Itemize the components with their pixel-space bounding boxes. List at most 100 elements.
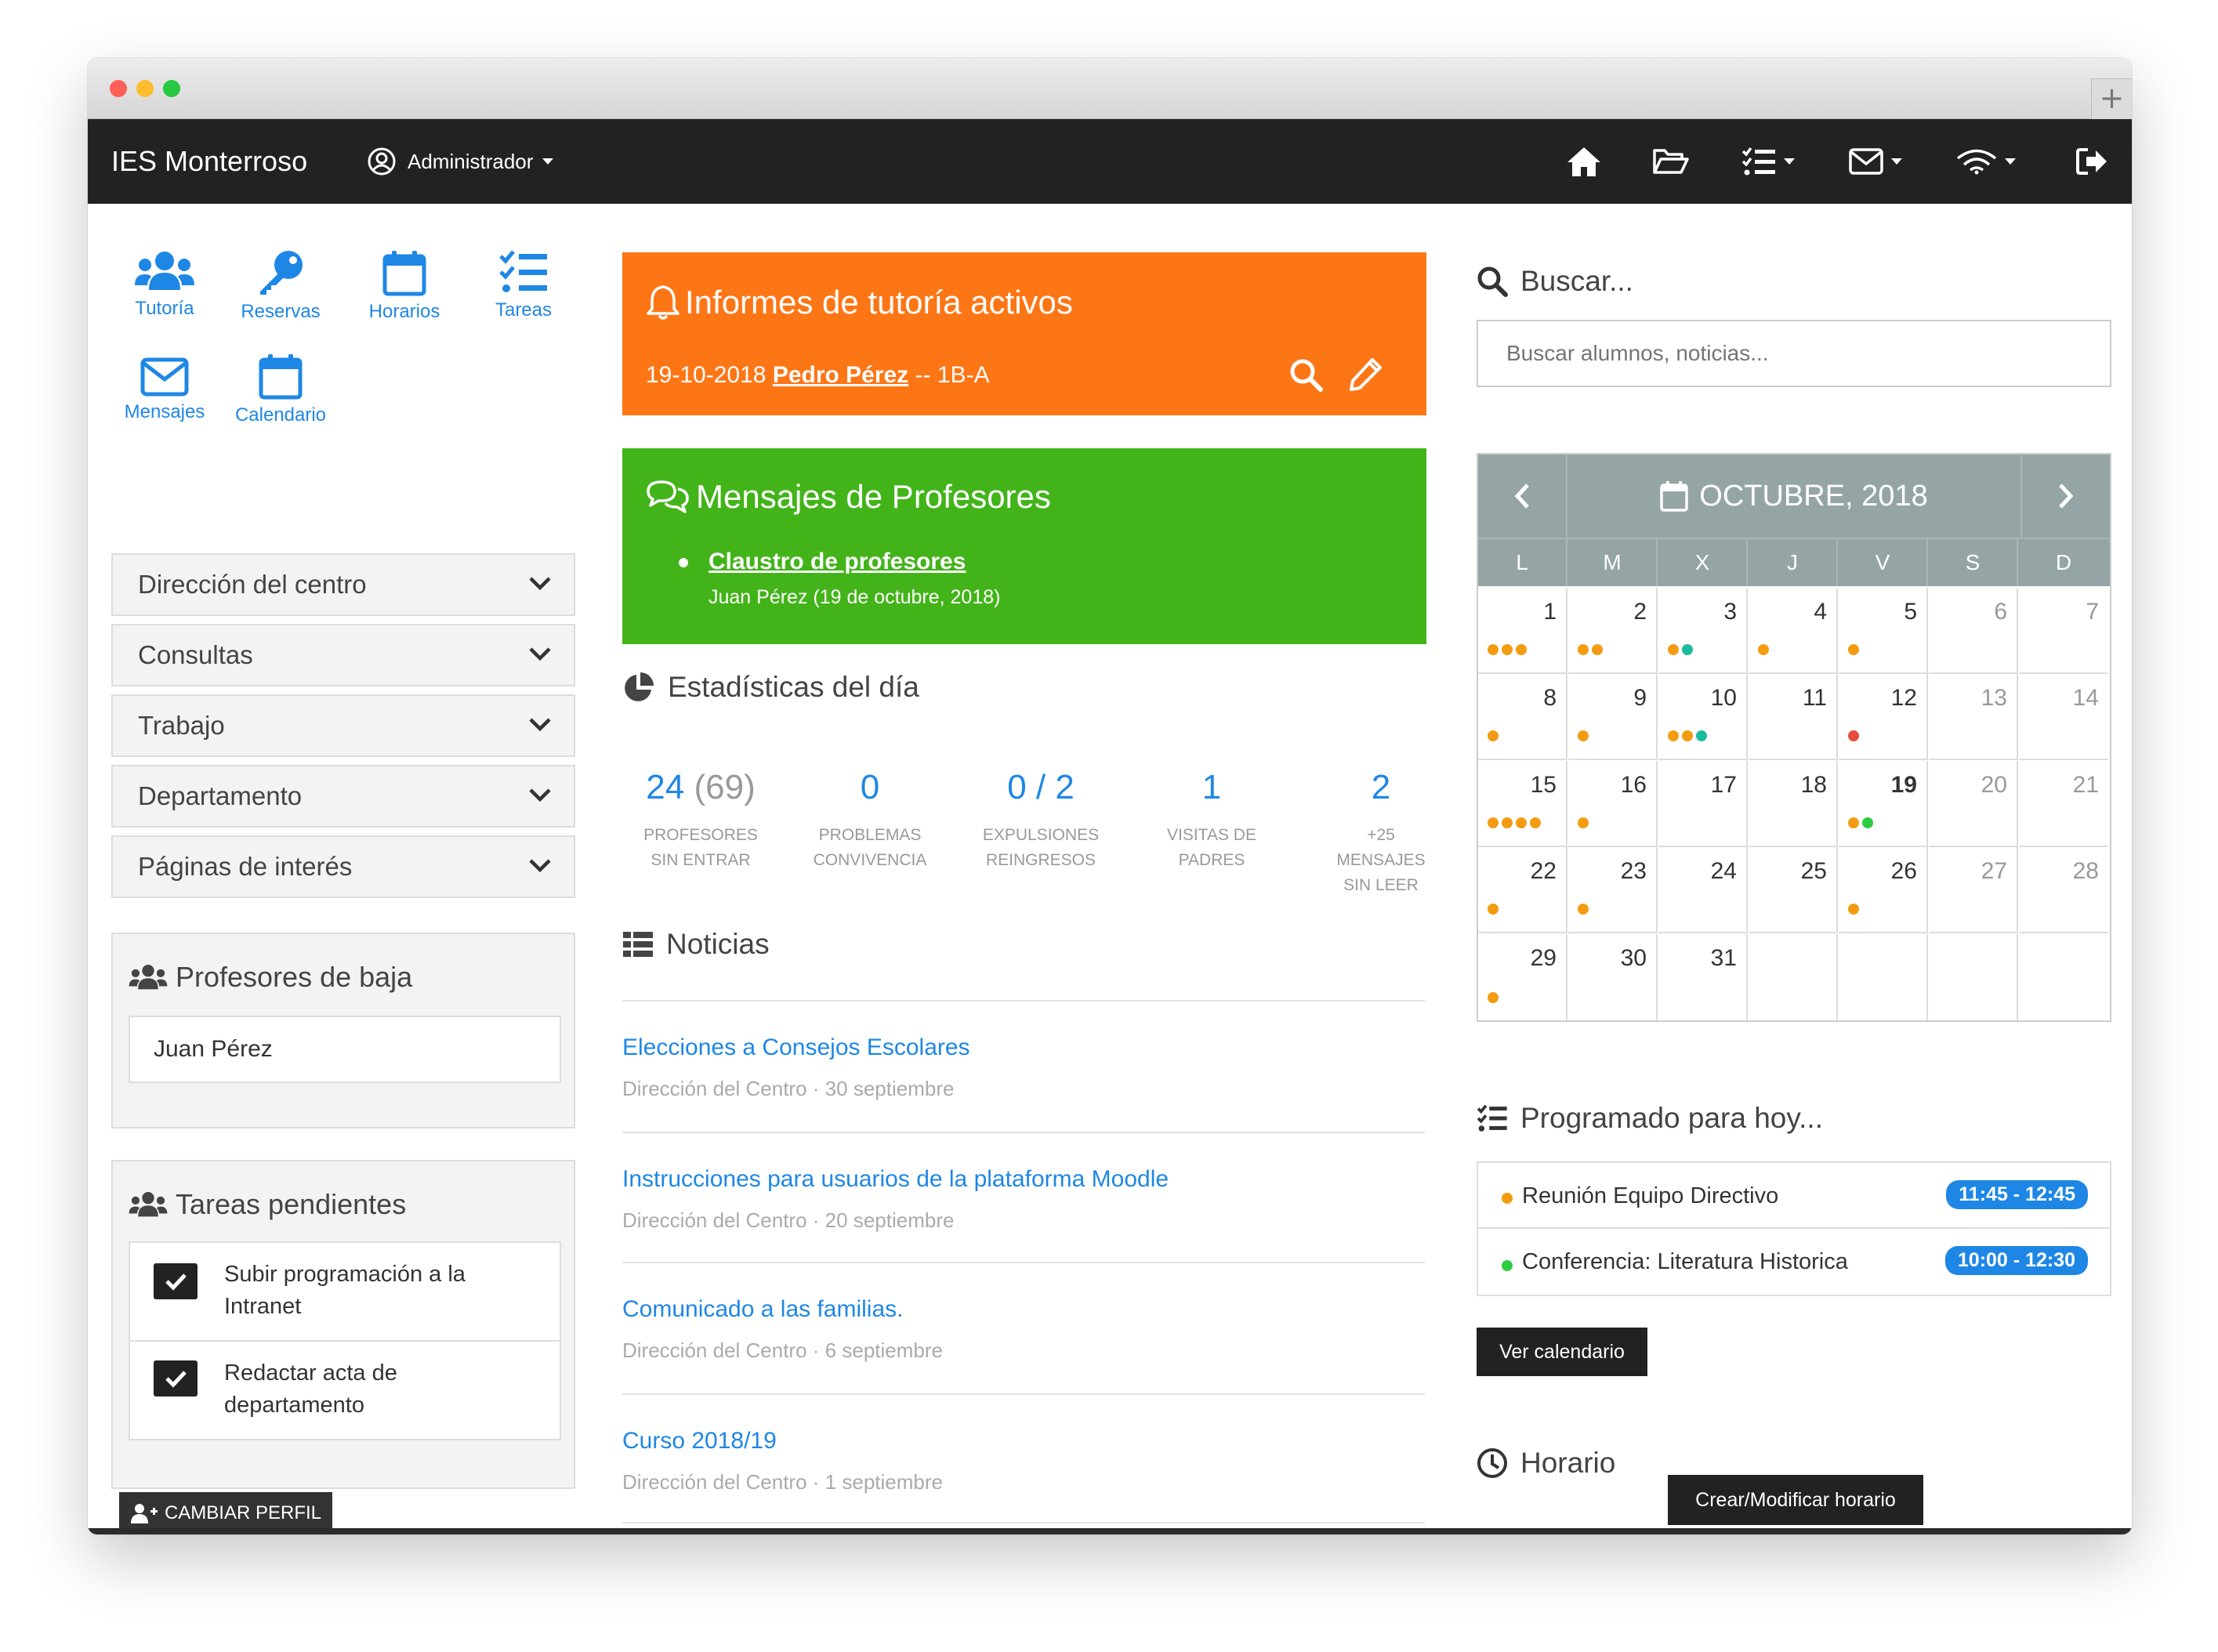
calendar-day-23[interactable]: 23 xyxy=(1568,847,1658,934)
calendar-day-24[interactable]: 24 xyxy=(1658,847,1748,934)
calendar-day-31[interactable]: 31 xyxy=(1658,933,1748,1020)
baja-item[interactable]: Juan Pérez xyxy=(129,1016,561,1083)
menu-direccion-del-centro[interactable]: Dirección del centro xyxy=(111,553,575,616)
menu-consultas[interactable]: Consultas xyxy=(111,624,575,687)
noticias-title-text: Noticias xyxy=(666,928,770,960)
ver-calendario-button[interactable]: Ver calendario xyxy=(1477,1328,1647,1376)
event-dot xyxy=(1502,817,1513,828)
weekday-label: D xyxy=(2055,550,2072,574)
calendar-day-5[interactable]: 5 xyxy=(1839,588,1928,674)
folder-button[interactable] xyxy=(1652,119,1690,204)
calendar-day-27[interactable]: 27 xyxy=(1929,847,2018,934)
list-icon xyxy=(623,932,653,957)
event-item[interactable]: Reunión Equipo Directivo 11:45 - 12:45 xyxy=(1478,1163,2110,1229)
calendar-day-17[interactable]: 17 xyxy=(1658,760,1748,847)
event-item[interactable]: Conferencia: Literatura Historica 10:00 … xyxy=(1478,1230,2110,1296)
calendar-day-15[interactable]: 15 xyxy=(1478,760,1567,847)
calendar-day-26[interactable]: 26 xyxy=(1839,847,1928,934)
folder-open-icon xyxy=(1653,149,1689,174)
panel-title-text: Profesores de baja xyxy=(176,961,413,993)
calendar-day-11[interactable]: 11 xyxy=(1749,674,1838,761)
event-dot xyxy=(1530,817,1541,828)
weekday-label: M xyxy=(1568,539,1658,586)
calendar-day-28[interactable]: 28 xyxy=(2019,847,2108,934)
network-menu-button[interactable] xyxy=(1956,119,2016,204)
calendar-day-30[interactable]: 30 xyxy=(1568,933,1658,1020)
quick-link-horarios[interactable]: Horarios xyxy=(351,249,458,323)
user-name: Administrador xyxy=(408,149,534,173)
quick-link-tutoria[interactable]: Tutoría xyxy=(111,249,218,320)
quick-link-mensajes[interactable]: Mensajes xyxy=(111,357,218,423)
calendar-day-empty xyxy=(1749,933,1838,1020)
search-icon[interactable] xyxy=(1288,357,1323,392)
calendar-day-20[interactable]: 20 xyxy=(1929,760,2018,847)
mensaje-link[interactable]: Claustro de profesores xyxy=(709,549,966,575)
event-dot xyxy=(1578,817,1589,828)
calendar-day-8[interactable]: 8 xyxy=(1478,674,1567,761)
informe-student-link[interactable]: Pedro Pérez xyxy=(773,362,908,388)
new-tab-button[interactable]: + xyxy=(2091,78,2132,119)
brand-link[interactable]: IES Monterroso xyxy=(111,119,307,204)
crear-horario-button[interactable]: Crear/Modificar horario xyxy=(1668,1475,1923,1525)
event-dot xyxy=(1668,730,1679,742)
menu-trabajo[interactable]: Trabajo xyxy=(111,694,575,757)
calendar-day-22[interactable]: 22 xyxy=(1478,847,1567,934)
home-button[interactable] xyxy=(1566,119,1602,204)
pencil-icon[interactable] xyxy=(1348,356,1384,392)
maximize-window-button[interactable] xyxy=(163,80,180,97)
calendar-prev-button[interactable] xyxy=(1478,455,1567,538)
task-checkbox[interactable] xyxy=(154,1360,198,1397)
news-title-link[interactable]: Elecciones a Consejos Escolares xyxy=(622,1034,970,1061)
noticias-title: Noticias xyxy=(622,928,770,961)
calendar-day-2[interactable]: 2 xyxy=(1568,588,1658,674)
menu-departamento[interactable]: Departamento xyxy=(111,765,575,828)
cambiar-perfil-button[interactable]: CAMBIAR PERFIL xyxy=(119,1492,332,1528)
calendar-day-13[interactable]: 13 xyxy=(1929,674,2018,761)
user-menu[interactable]: Administrador xyxy=(367,119,554,204)
news-title-link[interactable]: Comunicado a las familias. xyxy=(622,1296,904,1323)
calendar-day-10[interactable]: 10 xyxy=(1658,674,1748,761)
calendar-day-3[interactable]: 3 xyxy=(1658,588,1748,674)
calendar-month-title: OCTUBRE, 2018 xyxy=(1569,455,2019,538)
calendar-day-18[interactable]: 18 xyxy=(1749,760,1838,847)
calendar-day-21[interactable]: 21 xyxy=(2019,760,2108,847)
quick-link-calendario[interactable]: Calendario xyxy=(226,353,335,426)
calendar-day-number: 3 xyxy=(1723,599,1737,625)
news-title-link[interactable]: Instrucciones para usuarios de la plataf… xyxy=(622,1166,1169,1193)
calendar-day-25[interactable]: 25 xyxy=(1749,847,1838,934)
quick-link-tareas[interactable]: Tareas xyxy=(470,249,577,321)
calendar-day-19[interactable]: 19 xyxy=(1839,760,1928,847)
calendar-day-7[interactable]: 7 xyxy=(2019,588,2108,674)
divider xyxy=(622,1522,1425,1523)
calendar-day-16[interactable]: 16 xyxy=(1568,760,1658,847)
search-input[interactable] xyxy=(1477,320,2111,387)
minimize-window-button[interactable] xyxy=(136,80,154,97)
stat-label: +25 MENSAJES SIN LEER xyxy=(1336,826,1426,894)
calendar-day-6[interactable]: 6 xyxy=(1929,588,2018,674)
panel-title: Informes de tutoría activos xyxy=(646,284,1073,321)
calendar-icon xyxy=(1660,481,1689,512)
calendar-next-button[interactable] xyxy=(2020,455,2110,538)
messages-menu-button[interactable] xyxy=(1849,119,1902,204)
calendar-day-1[interactable]: 1 xyxy=(1478,588,1567,674)
tareas-pendientes-panel: Tareas pendientes Subir programación a l… xyxy=(111,1160,575,1489)
menu-label: Departamento xyxy=(138,781,303,810)
calendar-day-12[interactable]: 12 xyxy=(1839,674,1928,761)
news-title-link[interactable]: Curso 2018/19 xyxy=(622,1428,777,1455)
close-window-button[interactable] xyxy=(110,80,127,97)
tasks-menu-button[interactable] xyxy=(1741,119,1795,204)
task-item[interactable]: Subir programación a la Intranet xyxy=(129,1241,561,1342)
task-item[interactable]: Redactar acta de departamento xyxy=(129,1340,561,1440)
window-bottom-edge xyxy=(88,1528,2132,1534)
quick-link-reservas[interactable]: Reservas xyxy=(226,249,335,323)
calendar-day-29[interactable]: 29 xyxy=(1478,933,1567,1020)
calendar-day-4[interactable]: 4 xyxy=(1749,588,1838,674)
top-navbar: IES Monterroso Administrador xyxy=(88,119,2132,204)
logout-button[interactable] xyxy=(2075,119,2108,204)
menu-paginas-de-interes[interactable]: Páginas de interés xyxy=(111,835,575,898)
calendar-day-number: 24 xyxy=(1710,858,1737,885)
calendar-day-9[interactable]: 9 xyxy=(1568,674,1658,761)
calendar-day-14[interactable]: 14 xyxy=(2019,674,2108,761)
calendar-day-number: 18 xyxy=(1800,771,1827,798)
task-checkbox[interactable] xyxy=(154,1263,198,1299)
